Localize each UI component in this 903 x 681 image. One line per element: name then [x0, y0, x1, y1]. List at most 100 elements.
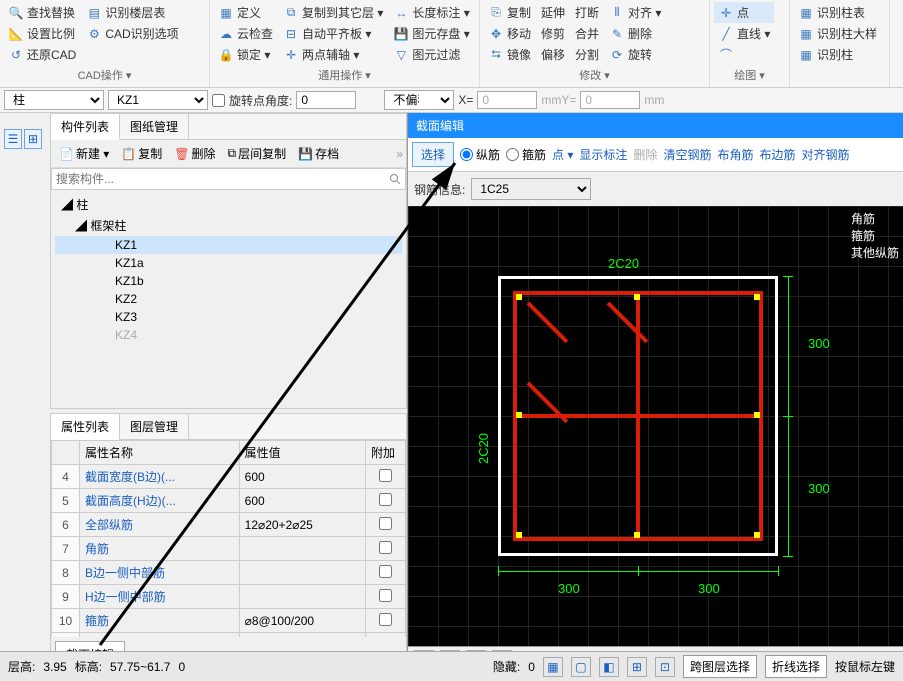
restore-cad[interactable]: ↺还原CAD	[4, 44, 80, 65]
sb-icon-3[interactable]: ◧	[599, 657, 619, 677]
sb-icon-5[interactable]: ⊡	[655, 657, 675, 677]
elem-save[interactable]: 💾图元存盘 ▾	[389, 23, 473, 44]
tree-root[interactable]: ◢ 柱	[55, 194, 402, 215]
ribbon: 🔍查找替换 📐设置比例 ↺还原CAD ▤识别楼层表 ⚙CAD识别选项 CAD操作…	[0, 0, 903, 88]
delete[interactable]: ✎删除	[605, 23, 665, 44]
offset[interactable]: 偏移	[537, 44, 569, 65]
auto-level[interactable]: ⊟自动平齐板 ▾	[279, 23, 387, 44]
section-edit-title: 截面编辑	[408, 113, 903, 138]
sb-icon-1[interactable]: ▦	[543, 657, 563, 677]
break[interactable]: 打断	[571, 2, 603, 23]
arc-tool[interactable]: ⌒	[714, 44, 774, 64]
rail-btn-2[interactable]: ⊞	[24, 129, 42, 149]
rotate-input[interactable]	[296, 91, 356, 109]
dim-r1: 300	[808, 336, 830, 351]
tab-components[interactable]: 构件列表	[51, 114, 120, 140]
move[interactable]: ✥移动	[484, 23, 535, 44]
lock[interactable]: 🔒锁定 ▾	[214, 44, 277, 65]
clear-rebar[interactable]: 清空钢筋	[663, 146, 711, 163]
recog-col-table[interactable]: ▦识别柱表	[794, 2, 881, 23]
copy-btn[interactable]: 📋复制	[116, 143, 167, 164]
set-scale[interactable]: 📐设置比例	[4, 23, 80, 44]
merge[interactable]: 合并	[571, 23, 603, 44]
y-input[interactable]	[580, 91, 640, 109]
point-tool[interactable]: ✛点	[714, 2, 774, 23]
show-dim[interactable]: 显示标注	[579, 146, 627, 163]
status-bar: 层高:3.95 标高:57.75~61.7 0 隐藏:0 ▦ ▢ ◧ ⊞ ⊡ 跨…	[0, 651, 903, 681]
rotate-checkbox[interactable]	[212, 94, 225, 107]
split[interactable]: 分割	[571, 44, 603, 65]
line-tool[interactable]: ╱直线 ▾	[714, 23, 774, 44]
legend: 角筋 箍筋 其他纵筋	[851, 210, 899, 261]
trim[interactable]: 修剪	[537, 23, 569, 44]
sb-icon-2[interactable]: ▢	[571, 657, 591, 677]
stirrup-radio[interactable]: 箍筋	[506, 146, 546, 163]
cross-layer-btn[interactable]: 跨图层选择	[683, 655, 757, 678]
rebar-info-select[interactable]: 1C25	[471, 178, 591, 200]
tab-props[interactable]: 属性列表	[51, 414, 120, 440]
sb-icon-4[interactable]: ⊞	[627, 657, 647, 677]
recog-col-detail[interactable]: ▦识别柱大样	[794, 23, 881, 44]
property-table[interactable]: 属性名称属性值附加 4截面宽度(B边)(...600 5截面高度(H边)(...…	[51, 440, 406, 637]
define[interactable]: ▦定义	[214, 2, 277, 23]
recog-floor[interactable]: ▤识别楼层表	[82, 2, 182, 23]
new-btn[interactable]: 📄新建 ▾	[54, 143, 114, 164]
property-panel: 属性列表 图层管理 属性名称属性值附加 4截面宽度(B边)(...600 5截面…	[50, 413, 407, 673]
component-tree[interactable]: ◢ 柱 ◢ 框架柱 KZ1 KZ1a KZ1b KZ2 KZ3 KZ4	[51, 190, 406, 408]
copy[interactable]: ⎘复制	[484, 2, 535, 23]
dim-top: 2C20	[608, 256, 639, 271]
section-canvas[interactable]: 角筋 箍筋 其他纵筋 2C20 2C20 300 300 300 300 ⌐	[408, 206, 903, 673]
find-replace[interactable]: 🔍查找替换	[4, 2, 80, 23]
del-btn[interactable]: 🗑删除	[169, 143, 220, 164]
archive-btn[interactable]: 💾存档	[293, 143, 344, 164]
recog-col[interactable]: ▦识别柱	[794, 44, 881, 65]
mirror[interactable]: ⮀镜像	[484, 44, 535, 65]
rotate[interactable]: ⟳旋转	[605, 44, 665, 65]
tree-item-kz3[interactable]: KZ3	[55, 308, 402, 326]
layer-copy-btn[interactable]: ⧉层间复制	[223, 143, 292, 164]
point-dd[interactable]: 点 ▾	[552, 146, 573, 163]
x-input[interactable]	[477, 91, 537, 109]
group-draw-label: 绘图 ▾	[714, 65, 785, 85]
group-common-label: 通用操作 ▾	[214, 65, 475, 85]
component-select[interactable]: KZ1	[108, 90, 208, 110]
cad-recog-opt[interactable]: ⚙CAD识别选项	[82, 23, 182, 44]
edge-rebar[interactable]: 布边筋	[759, 146, 795, 163]
dim-b1: 300	[558, 581, 580, 596]
polyline-btn[interactable]: 折线选择	[765, 655, 827, 678]
search-input[interactable]	[51, 168, 406, 190]
align[interactable]: ⫴对齐 ▾	[605, 2, 665, 23]
group-modify-label: 修改 ▾	[484, 65, 705, 85]
cloud-check[interactable]: ☁云检查	[214, 23, 277, 44]
component-panel: 构件列表 图纸管理 📄新建 ▾ 📋复制 🗑删除 ⧉层间复制 💾存档 » ◢ 柱 …	[50, 113, 407, 409]
dim-r2: 300	[808, 481, 830, 496]
extend[interactable]: 延伸	[537, 2, 569, 23]
side-rail: ☰ ⊞	[0, 125, 46, 153]
align-rebar[interactable]: 对齐钢筋	[801, 146, 849, 163]
select-mode-btn[interactable]: 选择	[412, 142, 454, 167]
two-pt-axis[interactable]: ✛两点辅轴 ▾	[279, 44, 387, 65]
secondary-bar: 柱 KZ1 旋转点角度: 不偏移 ▾ X= mmY= mm	[0, 88, 903, 113]
offset-select[interactable]: 不偏移 ▾	[384, 90, 454, 110]
dim-b2: 300	[698, 581, 720, 596]
group-cad-label: CAD操作 ▾	[4, 65, 205, 85]
tree-item-kz4[interactable]: KZ4	[55, 326, 402, 344]
tree-item-kz2[interactable]: KZ2	[55, 290, 402, 308]
len-dim[interactable]: ↔长度标注 ▾	[389, 2, 473, 23]
category-select[interactable]: 柱	[4, 90, 104, 110]
edit-toolbar: 选择 纵筋 箍筋 点 ▾ 显示标注 删除 清空钢筋 布角筋 布边筋 对齐钢筋	[408, 138, 903, 172]
tree-item-kz1a[interactable]: KZ1a	[55, 254, 402, 272]
elem-filter[interactable]: ▽图元过滤	[389, 44, 473, 65]
tab-drawings[interactable]: 图纸管理	[120, 114, 189, 139]
copy-to-layer[interactable]: ⧉复制到其它层 ▾	[279, 2, 387, 23]
dim-left: 2C20	[476, 433, 491, 464]
corner-rebar[interactable]: 布角筋	[717, 146, 753, 163]
tab-layers[interactable]: 图层管理	[120, 414, 189, 439]
tree-item-kz1[interactable]: KZ1	[55, 236, 402, 254]
rebar-info-label: 钢筋信息:	[414, 181, 465, 198]
longitudinal-radio[interactable]: 纵筋	[460, 146, 500, 163]
tree-group[interactable]: ◢ 框架柱	[55, 215, 402, 236]
rail-btn-1[interactable]: ☰	[4, 129, 22, 149]
rotate-label: 旋转点角度:	[229, 92, 292, 109]
tree-item-kz1b[interactable]: KZ1b	[55, 272, 402, 290]
